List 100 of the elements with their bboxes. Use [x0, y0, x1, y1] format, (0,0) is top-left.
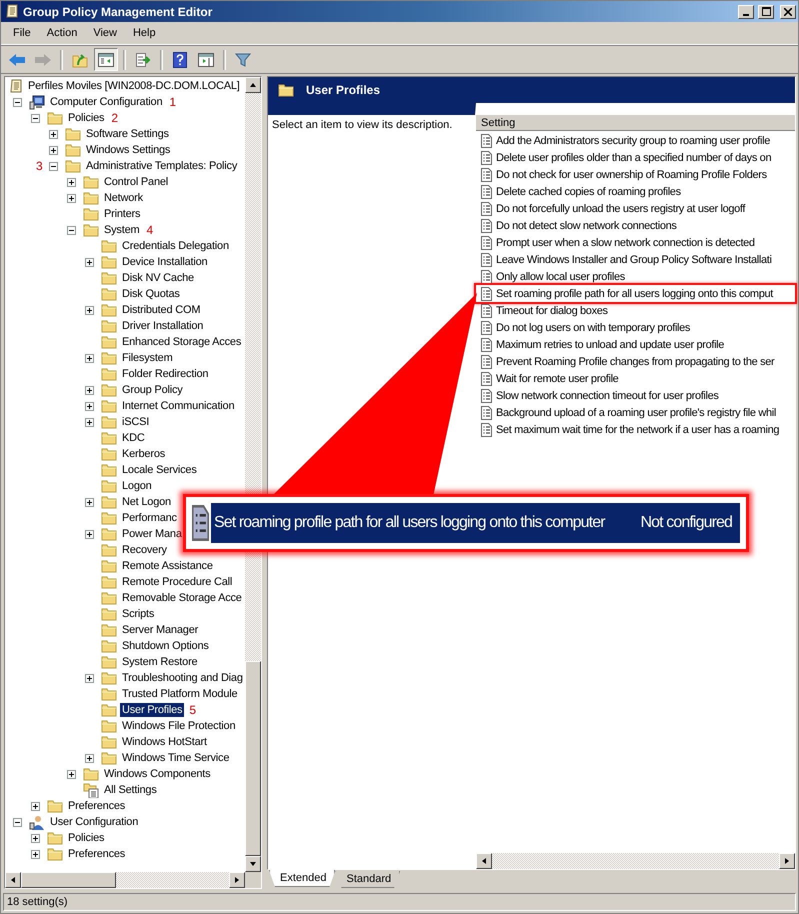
tree-item[interactable]: Device Installation	[120, 255, 210, 269]
tree-item[interactable]: Internet Communication	[120, 399, 236, 413]
expand-toggle[interactable]	[31, 802, 40, 810]
setting-row[interactable]: Background upload of a roaming user profile's registry file whil	[476, 404, 795, 421]
tree-item[interactable]: Troubleshooting and Diag	[120, 671, 245, 685]
tree-item[interactable]: Remote Procedure Call	[120, 575, 234, 589]
setting-row[interactable]: Maximum retries to unload and update user profile	[476, 336, 795, 353]
scroll-left-button[interactable]	[5, 872, 21, 888]
expand-toggle[interactable]	[67, 194, 76, 202]
expand-toggle[interactable]	[67, 178, 76, 186]
toolbar-button[interactable]	[94, 48, 118, 71]
setting-row[interactable]: Delete cached copies of roaming profiles	[476, 183, 795, 200]
setting-row[interactable]: Leave Windows Installer and Group Policy Software Installati	[476, 251, 795, 268]
tree-item[interactable]: Filesystem	[120, 351, 175, 365]
collapse-toggle[interactable]	[49, 162, 58, 170]
menu-item[interactable]: Help	[124, 25, 164, 41]
scroll-thumb[interactable]	[21, 872, 116, 888]
tree-item[interactable]: Scripts	[120, 607, 156, 621]
expand-toggle[interactable]	[85, 754, 94, 762]
scroll-thumb[interactable]	[245, 661, 261, 856]
tree-item[interactable]: Recovery	[120, 543, 169, 557]
expand-toggle[interactable]	[85, 418, 94, 426]
expand-toggle[interactable]	[67, 770, 76, 778]
tree-item[interactable]: Administrative Templates: Policy	[84, 159, 240, 173]
tree-item[interactable]: Shutdown Options	[120, 639, 211, 653]
view-tab[interactable]: Standard	[335, 871, 400, 888]
tree-item[interactable]: Trusted Platform Module	[120, 687, 240, 701]
tree-item[interactable]: Kerberos	[120, 447, 168, 461]
expand-toggle[interactable]	[85, 530, 94, 538]
setting-row[interactable]: Slow network connection timeout for user profiles	[476, 387, 795, 404]
scroll-down-button[interactable]	[245, 856, 261, 872]
tree-item[interactable]: Locale Services	[120, 463, 199, 477]
expand-toggle[interactable]	[85, 498, 94, 506]
expand-toggle[interactable]	[85, 258, 94, 266]
tree-item[interactable]: Distributed COM	[120, 303, 202, 317]
tree-item[interactable]: Disk Quotas	[120, 287, 182, 301]
tree-item[interactable]: Policies	[66, 111, 106, 125]
tree-item[interactable]: System Restore	[120, 655, 200, 669]
scroll-right-button[interactable]	[779, 853, 795, 869]
tree-item[interactable]: Policies	[66, 831, 106, 845]
setting-row[interactable]: Do not log users on with temporary profiles	[476, 319, 795, 336]
tree-item[interactable]: KDC	[120, 431, 147, 445]
expand-toggle[interactable]	[85, 386, 94, 394]
tree-item[interactable]: Windows HotStart	[120, 735, 209, 749]
tree-item[interactable]: Network	[102, 191, 145, 205]
scroll-left-button[interactable]	[476, 853, 492, 869]
setting-row[interactable]: Do not forcefully unload the users registry at user logoff	[476, 200, 795, 217]
setting-row[interactable]: Only allow local user profiles	[476, 268, 795, 285]
tree-item[interactable]: Power Mana	[120, 527, 184, 541]
expand-toggle[interactable]	[85, 354, 94, 362]
collapse-toggle[interactable]	[13, 98, 22, 106]
tree-item[interactable]: Windows Components	[102, 767, 212, 781]
expand-toggle[interactable]	[49, 146, 58, 154]
expand-toggle[interactable]	[85, 306, 94, 314]
tree-item[interactable]: Driver Installation	[120, 319, 206, 333]
tree-item[interactable]: Logon	[120, 479, 154, 493]
tree-item[interactable]: Disk NV Cache	[120, 271, 196, 285]
collapse-toggle[interactable]	[67, 226, 76, 234]
tree-item[interactable]: Perfiles Moviles [WIN2008-DC.DOM.LOCAL]	[26, 79, 242, 93]
scroll-up-button[interactable]	[245, 77, 261, 93]
view-tab[interactable]: Extended	[269, 870, 336, 887]
tree-item[interactable]: Windows Settings	[84, 143, 172, 157]
tree-item[interactable]: Group Policy	[120, 383, 185, 397]
setting-row[interactable]: Wait for remote user profile	[476, 370, 795, 387]
tree-item[interactable]: Printers	[102, 207, 142, 221]
expand-toggle[interactable]	[31, 834, 40, 842]
scroll-right-button[interactable]	[229, 872, 245, 888]
column-header[interactable]: Setting	[476, 115, 795, 131]
setting-row[interactable]: Do not detect slow network connections	[476, 217, 795, 234]
tree-item[interactable]: Enhanced Storage Acces	[120, 335, 244, 349]
tree-item[interactable]: Removable Storage Acce	[120, 591, 244, 605]
tree-item[interactable]: iSCSI	[120, 415, 152, 429]
close-button[interactable]	[780, 4, 796, 18]
collapse-toggle[interactable]	[31, 114, 40, 122]
maximize-button[interactable]	[758, 4, 774, 18]
expand-toggle[interactable]	[85, 674, 94, 682]
tree-item[interactable]: Net Logon	[120, 495, 173, 509]
tree-item[interactable]: All Settings	[102, 783, 159, 797]
tree-item[interactable]: Preferences	[66, 799, 128, 813]
setting-row[interactable]: Delete user profiles older than a specified number of days on	[476, 149, 795, 166]
tree-item[interactable]: System	[102, 223, 142, 237]
tree-item[interactable]: Software Settings	[84, 127, 171, 141]
tree-item[interactable]: Computer Configuration	[48, 95, 164, 109]
menu-item[interactable]: View	[85, 25, 125, 41]
minimize-button[interactable]	[738, 4, 754, 18]
tree-item[interactable]: Credentials Delegation	[120, 239, 231, 253]
tree-item[interactable]: Preferences	[66, 847, 128, 861]
tree-item[interactable]: Folder Redirection	[120, 367, 210, 381]
tree-item[interactable]: Performanc	[120, 511, 179, 525]
setting-row[interactable]: Timeout for dialog boxes	[476, 302, 795, 319]
setting-row[interactable]: Do not check for user ownership of Roaming Profile Folders	[476, 166, 795, 183]
tree-item[interactable]: Windows Time Service	[120, 751, 232, 765]
expand-toggle[interactable]	[85, 402, 94, 410]
tree-item[interactable]: Windows File Protection	[120, 719, 238, 733]
collapse-toggle[interactable]	[13, 818, 22, 826]
setting-row[interactable]: Prevent Roaming Profile changes from propagating to the ser	[476, 353, 795, 370]
expand-toggle[interactable]	[31, 850, 40, 858]
tree-item[interactable]: Control Panel	[102, 175, 170, 189]
expand-toggle[interactable]	[49, 130, 58, 138]
tree-item[interactable]: User Profiles	[120, 703, 184, 717]
